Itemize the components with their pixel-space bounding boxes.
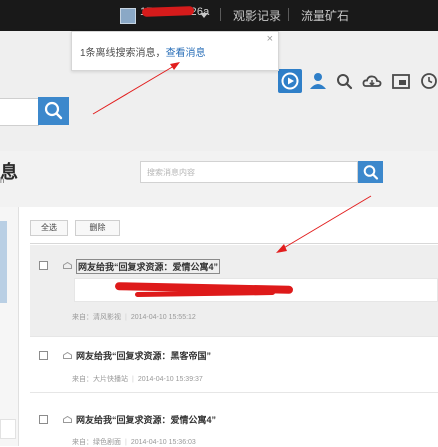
nav-traffic-mine[interactable]: 流量矿石 [301, 7, 349, 24]
user-icon[interactable] [306, 69, 330, 93]
nav-separator [288, 8, 289, 21]
message-time: 2014-04-10 15:36:03 [130, 439, 196, 446]
sidebar-box [0, 419, 16, 439]
message-meta: 来自：清风影视 | 2014-04-10 15:55:12 [72, 314, 196, 321]
search-button[interactable] [38, 97, 69, 125]
top-bar: 1756460426a 观影记录 流量矿石 [0, 0, 438, 31]
envelope-icon [63, 262, 72, 269]
cloud-icon[interactable] [360, 69, 384, 93]
delete-button[interactable]: 删除 [75, 220, 120, 236]
clock-icon[interactable] [417, 69, 438, 93]
message-meta: 来自：大片快播站 | 2014-04-10 15:39:37 [72, 376, 203, 383]
left-sidebar [0, 207, 19, 446]
search-input[interactable] [0, 98, 39, 126]
message-checkbox[interactable] [39, 351, 48, 360]
message-row[interactable]: 网友给我“回复求资源：爱情公寓4” 来自：绿色剧面 | 2014-04-10 15:… [30, 393, 438, 446]
message-source[interactable]: 来自：清风影视 [72, 314, 121, 321]
message-title[interactable]: 网友给我“回复求资源：黑客帝国” [76, 349, 211, 362]
nav-separator [220, 8, 221, 21]
notification-message: 1条离线搜索消息， [80, 48, 166, 59]
message-title[interactable]: 网友给我“回复求资源：爱情公寓4” [76, 413, 216, 426]
message-quote [74, 278, 438, 302]
avatar[interactable] [120, 8, 136, 24]
envelope-icon [63, 352, 72, 359]
message-page: 息 h 搜索消息内容 全选 删除 网友给我“回复求资源：爱情公寓4” 来自：清风… [0, 151, 438, 446]
chevron-down-icon[interactable] [200, 13, 208, 18]
message-search-input[interactable]: 搜索消息内容 [140, 161, 358, 183]
message-search-button[interactable] [358, 161, 383, 183]
search-icon [363, 165, 379, 180]
notification-popup: 1条离线搜索消息，查看消息 × [71, 31, 279, 71]
search-icon[interactable] [332, 69, 356, 93]
message-title[interactable]: 网友给我“回复求资源：爱情公寓4” [76, 259, 221, 274]
sidebar-image [0, 221, 7, 303]
message-time: 2014-04-10 15:55:12 [130, 314, 196, 321]
nav-watch-history[interactable]: 观影记录 [233, 7, 281, 24]
redaction-scribble [141, 6, 195, 17]
redaction-scribble [134, 290, 276, 297]
message-source[interactable]: 来自：绿色剧面 [72, 439, 121, 446]
close-icon[interactable]: × [267, 34, 273, 45]
notification-text: 1条离线搜索消息，查看消息 [80, 44, 206, 59]
view-messages-link[interactable]: 查看消息 [166, 48, 206, 59]
search-icon [44, 101, 63, 120]
message-row[interactable]: 网友给我“回复求资源：黑客帝国” 来自：大片快播站 | 2014-04-10 15:… [30, 337, 438, 392]
player-icon[interactable] [278, 69, 302, 93]
message-checkbox[interactable] [39, 415, 48, 424]
message-checkbox[interactable] [39, 261, 48, 270]
envelope-icon [63, 416, 72, 423]
page-subtitle: h [0, 176, 5, 185]
search-placeholder: 搜索消息内容 [147, 168, 195, 177]
message-source[interactable]: 来自：大片快播站 [72, 376, 128, 383]
divider [30, 243, 438, 244]
folder-icon[interactable] [389, 69, 413, 93]
select-all-button[interactable]: 全选 [30, 220, 68, 236]
message-time: 2014-04-10 15:39:37 [137, 376, 203, 383]
message-row[interactable]: 网友给我“回复求资源：爱情公寓4” 来自：清风影视 | 2014-04-10 15:… [30, 245, 438, 336]
